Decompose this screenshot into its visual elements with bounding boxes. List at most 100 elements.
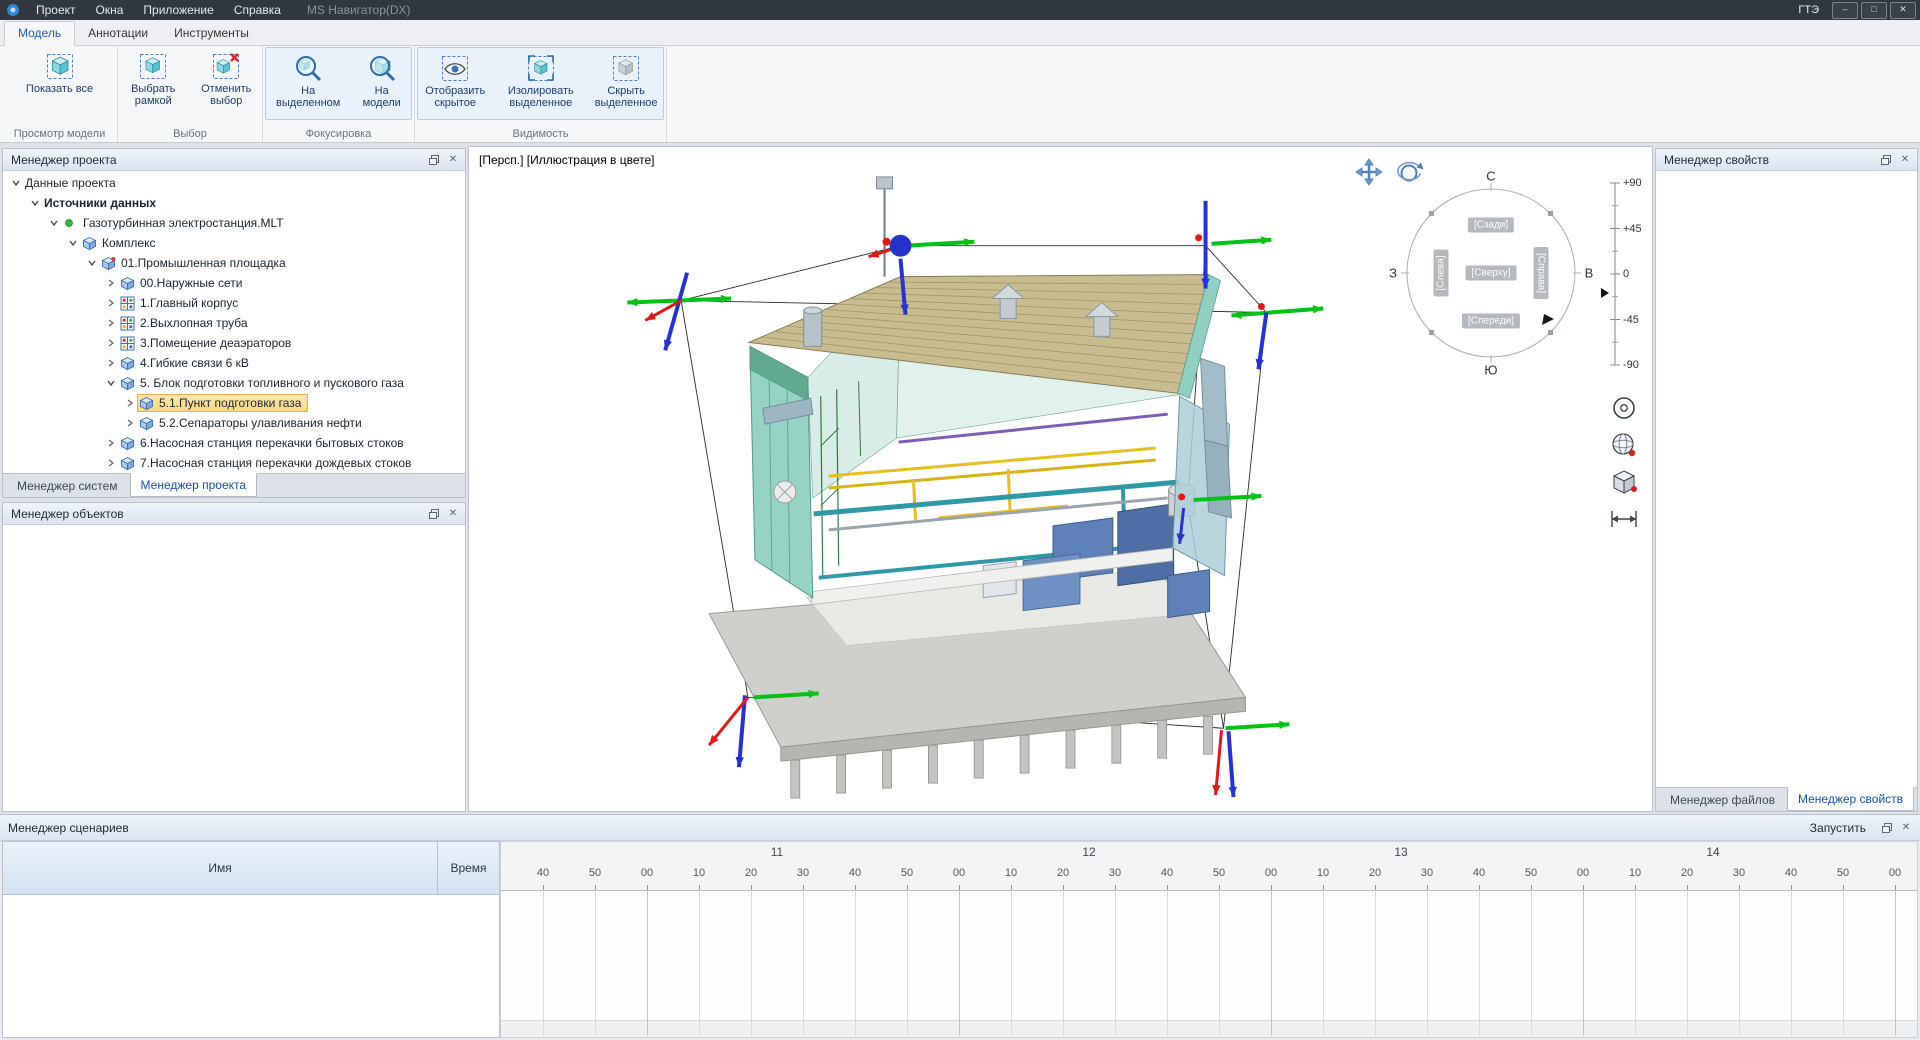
width-arrows-icon[interactable] xyxy=(1609,504,1639,534)
expander-closed-icon[interactable] xyxy=(104,338,118,348)
panel-titlebar: Менеджер сценариев Запустить ✕ xyxy=(0,815,1920,841)
select-frame-button[interactable]: Выбрать рамкой xyxy=(118,48,189,107)
tree-item-label: 6.Насосная станция перекачки бытовых сто… xyxy=(140,436,404,450)
timeline-scroll-strip[interactable] xyxy=(501,1020,1917,1037)
viewport-3d[interactable]: [Персп.] [Иллюстрация в цвете] С xyxy=(468,146,1653,812)
tree-item[interactable]: 3.Помещение деаэраторов xyxy=(3,333,465,353)
tree-item[interactable]: 7.Насосная станция перекачки дождевых ст… xyxy=(3,453,465,473)
tree-item[interactable]: 1.Главный корпус xyxy=(3,293,465,313)
ribbon-tab[interactable]: Аннотации xyxy=(75,22,161,45)
zoom-selected-button[interactable]: На выделенном xyxy=(266,50,350,109)
elevation-marker xyxy=(1601,288,1609,298)
dock-tab[interactable]: Менеджер проекта xyxy=(130,473,258,497)
close-icon[interactable]: ✕ xyxy=(1897,153,1913,167)
compass-east[interactable]: В xyxy=(1585,266,1594,281)
tree-item-label: 5.1.Пункт подготовки газа xyxy=(159,396,301,410)
tree-item[interactable]: 6.Насосная станция перекачки бытовых сто… xyxy=(3,433,465,453)
ribbon-group-label: Фокусировка xyxy=(263,128,414,140)
compass-face-top[interactable]: [Сверху] xyxy=(1466,266,1517,281)
ribbon-group: На выделенном На модели Фокусировка xyxy=(263,46,415,142)
expander-closed-icon[interactable] xyxy=(104,438,118,448)
tree-item[interactable]: 5.1.Пункт подготовки газа xyxy=(3,393,465,413)
tree-item[interactable]: 5. Блок подготовки топливного и пусковог… xyxy=(3,373,465,393)
tree-item[interactable]: 4.Гибкие связи 6 кВ xyxy=(3,353,465,373)
project-tree: Данные проектаИсточники данныхГазотурбин… xyxy=(3,171,465,473)
float-panel-icon[interactable] xyxy=(1879,821,1895,835)
tree-item[interactable]: 2.Выхлопная труба xyxy=(3,313,465,333)
float-panel-icon[interactable] xyxy=(1878,153,1894,167)
minimize-button[interactable]: – xyxy=(1832,2,1858,19)
expander-closed-icon[interactable] xyxy=(104,358,118,368)
expander-closed-icon[interactable] xyxy=(123,418,137,428)
expander-open-icon[interactable] xyxy=(66,238,80,248)
cube-view-icon[interactable] xyxy=(1609,467,1639,497)
tree-item[interactable]: 5.2.Сепараторы улавливания нефти xyxy=(3,413,465,433)
hide-selected-button[interactable]: Скрыть выделенное xyxy=(589,50,663,109)
dock-tab[interactable]: Менеджер файлов xyxy=(1660,788,1785,811)
ribbon-tab[interactable]: Модель xyxy=(4,21,75,46)
maximize-button[interactable]: □ xyxy=(1861,2,1887,19)
float-panel-icon[interactable] xyxy=(426,153,442,167)
close-icon[interactable]: ✕ xyxy=(445,153,461,167)
timeline-gridline xyxy=(1167,890,1168,1036)
dock-tab[interactable]: Менеджер свойств xyxy=(1787,787,1914,811)
expander-closed-icon[interactable] xyxy=(104,318,118,328)
viewport-side-tools xyxy=(1609,393,1643,541)
tree-item[interactable]: Газотурбинная электростанция.MLT xyxy=(3,213,465,233)
properties-manager-body xyxy=(1656,171,1917,787)
timeline-minor-label: 00 xyxy=(1889,867,1901,879)
tree-item[interactable]: 00.Наружные сети xyxy=(3,273,465,293)
timeline-minor-label: 50 xyxy=(1837,867,1849,879)
ribbon-tab[interactable]: Инструменты xyxy=(161,22,262,45)
close-icon[interactable]: ✕ xyxy=(1898,821,1914,835)
expander-open-icon[interactable] xyxy=(104,378,118,388)
expander-open-icon[interactable] xyxy=(85,258,99,268)
tree-item[interactable]: Источники данных xyxy=(3,193,465,213)
isolate-icon xyxy=(526,53,556,83)
target-icon[interactable] xyxy=(1609,393,1639,423)
view-compass[interactable]: С Ю З В [Сзади] [Сверху] [Спереди] [Слев… xyxy=(1386,168,1596,378)
expander-closed-icon[interactable] xyxy=(104,458,118,468)
expander-open-icon[interactable] xyxy=(47,218,61,228)
menu-item[interactable]: Проект xyxy=(26,1,86,19)
close-button[interactable]: ✕ xyxy=(1890,2,1916,19)
menu-item[interactable]: Окна xyxy=(86,1,134,19)
expander-open-icon[interactable] xyxy=(9,178,23,188)
menu-item[interactable]: Приложение xyxy=(133,1,223,19)
show-hidden-button[interactable]: Отобразить скрытое xyxy=(418,50,492,109)
expander-open-icon[interactable] xyxy=(28,198,42,208)
cancel-select-button[interactable]: Отменить выбор xyxy=(191,48,263,107)
elevation-label: 0 xyxy=(1623,268,1629,280)
zoom-model-button[interactable]: На модели xyxy=(352,50,411,109)
pan-icon[interactable] xyxy=(1354,157,1384,187)
isolate-button[interactable]: Изолировать выделенное xyxy=(494,50,587,109)
compass-north[interactable]: С xyxy=(1486,169,1495,184)
tree-item[interactable]: Данные проекта xyxy=(3,173,465,193)
tree-item[interactable]: Комплекс xyxy=(3,233,465,253)
scenario-timeline[interactable]: 4050001020304050001020304050001020304050… xyxy=(500,841,1918,1038)
sphere-icon[interactable] xyxy=(1609,430,1639,460)
compass-face-back[interactable]: [Сзади] xyxy=(1468,218,1514,233)
timeline-minor-label: 30 xyxy=(1421,867,1433,879)
show-all-icon xyxy=(45,51,75,81)
compass-south[interactable]: Ю xyxy=(1484,363,1497,378)
expander-closed-icon[interactable] xyxy=(104,278,118,288)
tree-item-label: 3.Помещение деаэраторов xyxy=(140,336,291,350)
expander-closed-icon[interactable] xyxy=(123,398,137,408)
dock-tab[interactable]: Менеджер систем xyxy=(7,474,128,497)
show-all-button[interactable]: Показать все xyxy=(24,48,95,95)
compass-west[interactable]: З xyxy=(1389,266,1397,281)
run-scenario-button[interactable]: Запустить xyxy=(1810,821,1866,835)
float-panel-icon[interactable] xyxy=(426,507,442,521)
expander-closed-icon[interactable] xyxy=(104,298,118,308)
close-icon[interactable]: ✕ xyxy=(445,507,461,521)
compass-face-front[interactable]: [Спереди] xyxy=(1462,314,1520,329)
tree-item[interactable]: 01.Промышленная площадка xyxy=(3,253,465,273)
timeline-gridline xyxy=(1583,890,1584,1036)
menu-item[interactable]: Справка xyxy=(224,1,291,19)
panel-title: Менеджер объектов xyxy=(11,507,124,521)
compass-face-left[interactable]: [Слева] xyxy=(1434,250,1449,297)
timeline-minor-label: 40 xyxy=(1473,867,1485,879)
timeline-minor-label: 50 xyxy=(901,867,913,879)
compass-face-right[interactable]: [Справа] xyxy=(1534,247,1549,299)
